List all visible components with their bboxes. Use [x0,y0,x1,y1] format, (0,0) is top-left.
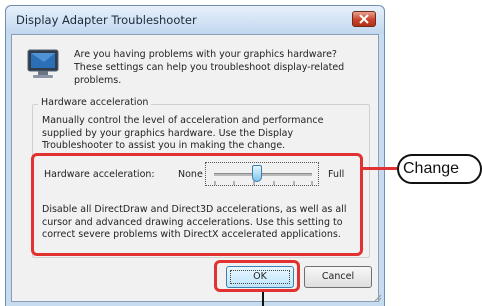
cancel-button[interactable]: Cancel [304,266,372,288]
close-icon [359,14,369,24]
close-button[interactable] [352,11,376,27]
ok-highlight-box [214,260,300,292]
callout-connector [363,167,397,170]
monitor-icon [27,49,59,78]
window-title: Display Adapter Troubleshooter [16,13,197,27]
intro-text: Are you having problems with your graphi… [74,49,345,86]
change-callout: Change [397,154,482,184]
title-bar[interactable]: Display Adapter Troubleshooter [6,6,384,34]
group-description: Manually control the level of accelerati… [42,115,324,151]
cancel-label: Cancel [321,271,355,282]
change-highlight-box [31,153,363,256]
group-title: Hardware acceleration [38,97,152,108]
size-grip-icon[interactable] [372,292,382,302]
ok-pointer-line [262,292,264,306]
